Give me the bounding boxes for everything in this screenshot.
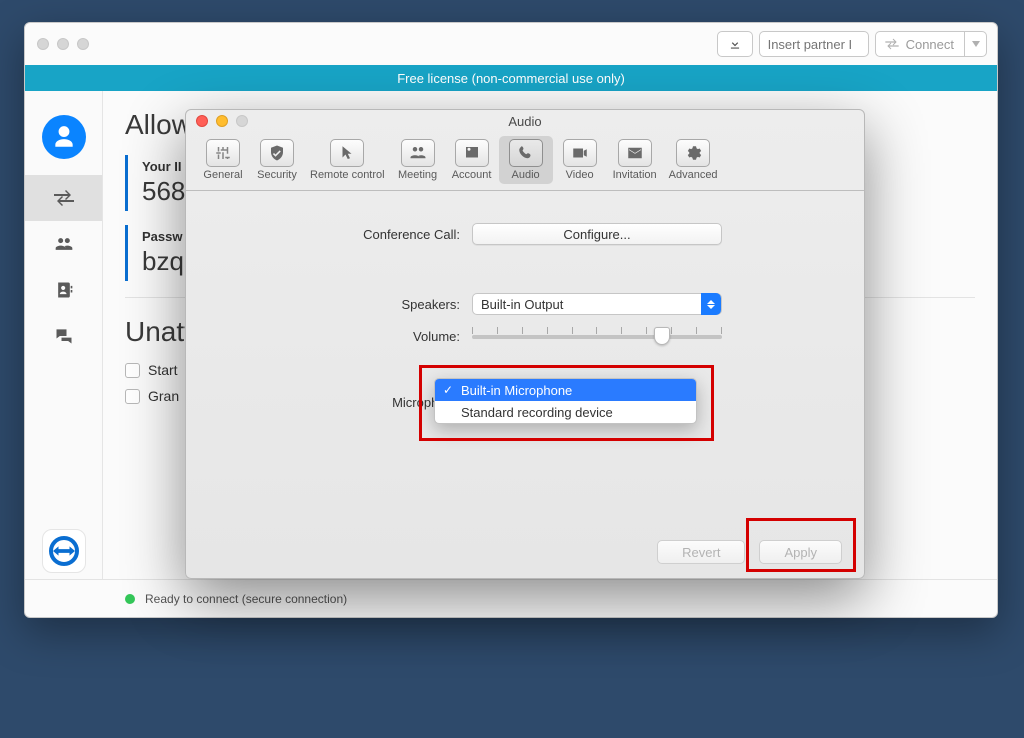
configure-button[interactable]: Configure...: [472, 223, 722, 245]
dropdown-option-label: Standard recording device: [461, 405, 613, 420]
account-icon: [463, 144, 481, 162]
tab-label: Advanced: [669, 169, 718, 181]
slider-track: [472, 335, 722, 339]
speakers-select[interactable]: Built-in Output: [472, 293, 722, 315]
video-icon: [571, 144, 589, 162]
person-icon: [51, 124, 77, 150]
row-conference-call: Conference Call: Configure...: [222, 223, 828, 245]
sidebar-item-remote[interactable]: [25, 175, 102, 221]
revert-button[interactable]: Revert: [657, 540, 745, 564]
volume-label: Volume:: [222, 329, 472, 344]
close-icon[interactable]: [196, 115, 208, 127]
swap-icon: [52, 188, 76, 208]
microphone-dropdown: ✓ Built-in Microphone Standard recording…: [434, 378, 697, 424]
volume-slider[interactable]: [472, 325, 722, 347]
speakers-label: Speakers:: [222, 297, 472, 312]
tab-label: Remote control: [310, 169, 385, 181]
connect-dropdown-caret[interactable]: [965, 31, 987, 57]
checkbox-label: Start: [148, 362, 178, 378]
swap-arrows-icon: [884, 38, 900, 50]
zoom-icon[interactable]: [77, 38, 89, 50]
chevron-down-icon: [972, 41, 980, 47]
tab-label: Audio: [512, 169, 540, 181]
dropdown-option-standard-device[interactable]: Standard recording device: [435, 401, 696, 423]
app-logo: [25, 529, 102, 573]
tab-advanced[interactable]: Advanced: [663, 136, 724, 184]
modal-titlebar[interactable]: Audio: [186, 110, 864, 132]
row-speakers: Speakers: Built-in Output: [222, 293, 828, 315]
gear-icon: [684, 144, 702, 162]
connect-button[interactable]: Connect: [875, 31, 965, 57]
settings-modal: Audio General Security Remote control Me…: [185, 109, 865, 579]
group-icon: [52, 234, 76, 254]
tab-audio[interactable]: Audio: [499, 136, 553, 184]
modal-window-controls: [186, 111, 258, 131]
sidebar-item-chat[interactable]: [25, 313, 102, 359]
tab-label: Security: [257, 169, 297, 181]
sidebar: [25, 91, 103, 579]
checkbox-label: Gran: [148, 388, 179, 404]
status-indicator-icon: [125, 594, 135, 604]
dropdown-option-builtin-mic[interactable]: ✓ Built-in Microphone: [435, 379, 696, 401]
avatar[interactable]: [42, 115, 86, 159]
tab-account[interactable]: Account: [445, 136, 499, 184]
license-banner: Free license (non-commercial use only): [25, 65, 997, 91]
minimize-icon[interactable]: [216, 115, 228, 127]
chat-icon: [52, 326, 76, 346]
tab-label: Account: [452, 169, 492, 181]
modal-title: Audio: [186, 114, 864, 129]
tab-label: Invitation: [613, 169, 657, 181]
sidebar-item-meeting[interactable]: [25, 221, 102, 267]
tab-general[interactable]: General: [196, 136, 250, 184]
download-icon: [728, 37, 742, 51]
tab-video[interactable]: Video: [553, 136, 607, 184]
address-book-icon: [52, 280, 76, 300]
settings-tabs: General Security Remote control Meeting …: [186, 132, 864, 191]
meeting-icon: [409, 144, 427, 162]
apply-button[interactable]: Apply: [759, 540, 842, 564]
shield-icon: [268, 144, 286, 162]
tab-label: Meeting: [398, 169, 437, 181]
speakers-value: Built-in Output: [481, 297, 563, 312]
checkbox-icon[interactable]: [125, 363, 140, 378]
dropdown-option-label: Built-in Microphone: [461, 383, 572, 398]
partner-id-input[interactable]: [759, 31, 869, 57]
download-button[interactable]: [717, 31, 753, 57]
tab-label: General: [203, 169, 242, 181]
select-caret-icon: [701, 293, 721, 315]
cursor-icon: [338, 144, 356, 162]
topbar: Connect: [25, 23, 997, 65]
minimize-icon[interactable]: [57, 38, 69, 50]
tab-meeting[interactable]: Meeting: [391, 136, 445, 184]
teamviewer-logo-icon: [53, 545, 75, 557]
tab-security[interactable]: Security: [250, 136, 304, 184]
connect-label: Connect: [906, 37, 954, 52]
status-bar: Ready to connect (secure connection): [25, 579, 997, 617]
mail-icon: [626, 144, 644, 162]
zoom-icon[interactable]: [236, 115, 248, 127]
row-volume: Volume:: [222, 325, 828, 347]
license-text: Free license (non-commercial use only): [397, 71, 625, 86]
slider-thumb[interactable]: [654, 327, 670, 345]
checkmark-icon: ✓: [443, 383, 453, 397]
sidebar-item-contacts[interactable]: [25, 267, 102, 313]
tab-invitation[interactable]: Invitation: [607, 136, 663, 184]
status-text: Ready to connect (secure connection): [145, 592, 347, 606]
tab-label: Video: [566, 169, 594, 181]
window-controls-inactive: [25, 28, 101, 60]
checkbox-icon[interactable]: [125, 389, 140, 404]
close-icon[interactable]: [37, 38, 49, 50]
conference-call-label: Conference Call:: [222, 227, 472, 242]
phone-icon: [517, 144, 535, 162]
tab-remote-control[interactable]: Remote control: [304, 136, 391, 184]
modal-footer: Revert Apply: [657, 540, 842, 564]
sliders-icon: [214, 144, 232, 162]
